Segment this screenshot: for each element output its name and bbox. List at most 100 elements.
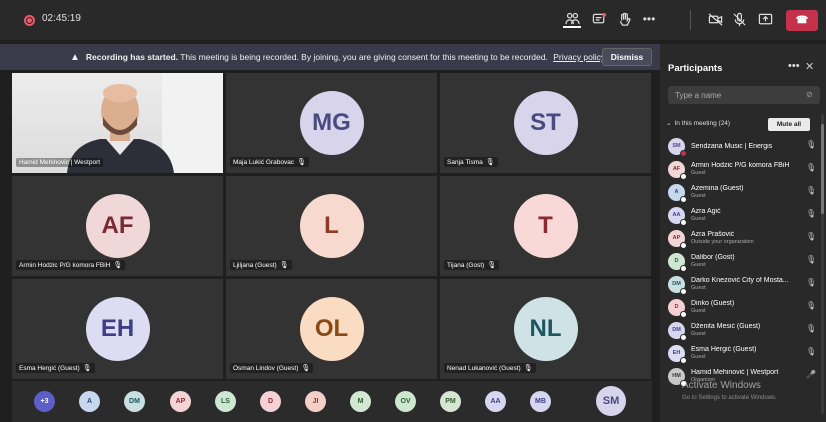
mic-muted-icon[interactable]: 🎙 — [806, 255, 816, 264]
video-tile[interactable]: OL Osman Lindov (Guest) 🎙 — [226, 279, 437, 379]
meeting-toolbar: 02:45:19 ••• ☎ — [0, 0, 826, 40]
tile-name: Osman Lindov (Guest) — [233, 364, 299, 372]
chat-icon[interactable] — [590, 10, 608, 28]
video-tile[interactable]: ST Sanja Tisma 🎙 — [440, 73, 651, 173]
participant-avatar: AF — [85, 194, 150, 258]
participants-icon[interactable] — [563, 10, 581, 28]
dismiss-button[interactable]: Dismiss — [602, 48, 652, 66]
activate-windows-subtext: Go to Settings to activate Windows. — [682, 395, 777, 401]
avatar-initials: AF — [672, 166, 681, 172]
panel-scrollbar[interactable] — [821, 114, 824, 414]
tile-name-label: Ljiljana (Guest) 🎙 — [230, 260, 292, 270]
tile-name: Armin Hodzic P/G komora FBiH — [19, 261, 111, 269]
strip-avatar[interactable]: OV — [395, 391, 416, 412]
chevron-down-icon: ⌄ — [666, 120, 672, 127]
participant-row[interactable]: DM Darko Knezović City of Mosta... Guest 🎙 — [668, 274, 818, 295]
mic-muted-icon[interactable]: 🎙 — [806, 232, 816, 241]
participant-name: Darko Knezović City of Mosta... — [691, 277, 789, 284]
participant-row[interactable]: SM Sendzana Music | Energis 🎙 — [668, 136, 818, 157]
mic-off-icon[interactable] — [730, 10, 748, 28]
tile-name-label: Maja Lukić Grabovac 🎙 — [230, 157, 309, 167]
participant-row[interactable]: AP Azra Prašović Outside your organization… — [668, 228, 818, 249]
participant-role: Guest — [691, 170, 706, 176]
participant-role: Guest — [691, 285, 706, 291]
strip-avatar[interactable]: LS — [215, 391, 236, 412]
camera-off-icon[interactable] — [706, 10, 724, 28]
mic-muted-icon: 🎙 — [297, 159, 306, 166]
privacy-policy-link[interactable]: Privacy policy — [553, 52, 605, 62]
close-icon[interactable]: ✕ — [805, 60, 814, 73]
tile-name: Hamid Mehinovic | Westport — [19, 159, 101, 166]
strip-avatar[interactable]: AP — [170, 391, 191, 412]
video-tile[interactable]: AF Armin Hodzic P/G komora FBiH 🎙 — [12, 176, 223, 276]
participant-avatar: SM — [668, 137, 687, 157]
strip-avatar[interactable]: JI — [305, 391, 326, 412]
participant-row[interactable]: D Dalibor (Gost) Guest 🎙 — [668, 251, 818, 272]
participant-avatar: AA — [668, 206, 687, 226]
presence-status-icon — [680, 172, 687, 180]
participant-text: Azra Prašović Outside your organization — [691, 231, 799, 245]
participant-text: Darko Knezović City of Mosta... Guest — [691, 277, 799, 291]
tile-name-label: Tijana (Gost) 🎙 — [444, 260, 500, 270]
participant-avatar: DM — [668, 275, 687, 295]
participant-row[interactable]: DM Dženita Mesić (Guest) Guest 🎙 — [668, 320, 818, 341]
in-meeting-section[interactable]: ⌄ In this meeting (24) — [666, 119, 730, 128]
participant-avatar: ST — [513, 91, 578, 155]
participant-row[interactable]: EH Esma Hergić (Guest) Guest 🎙 — [668, 343, 818, 364]
participant-row[interactable]: AA Azra Agić Guest 🎙 — [668, 205, 818, 226]
banner-text: This meeting is being recorded. By joini… — [180, 52, 548, 62]
mic-muted-icon[interactable]: 🎙 — [806, 209, 816, 218]
participant-row[interactable]: D Dinko (Guest) Guest 🎙 — [668, 297, 818, 318]
mic-muted-icon[interactable]: 🎙 — [806, 140, 816, 149]
search-options-icon[interactable]: ⊘ — [806, 90, 813, 99]
participant-row[interactable]: AF Armin Hodzic P/G komora FBiH Guest 🎙 — [668, 159, 818, 180]
participant-avatar: L — [299, 194, 364, 258]
strip-avatar[interactable]: MB — [530, 391, 551, 412]
banner-bold-text: Recording has started. — [85, 52, 179, 62]
strip-avatar[interactable]: SM — [596, 386, 626, 416]
avatar-initials: HM — [672, 373, 681, 379]
strip-avatar[interactable]: AA — [485, 391, 506, 412]
tile-name: Nenad Lukanović (Guest) — [447, 364, 521, 372]
strip-avatar[interactable]: M — [350, 391, 371, 412]
video-tile[interactable]: Hamid Mehinovic | Westport — [12, 73, 223, 173]
mic-muted-icon[interactable]: 🎙 — [806, 301, 816, 310]
share-screen-icon[interactable] — [756, 10, 774, 28]
mic-muted-icon[interactable]: 🎙 — [806, 324, 816, 333]
mic-muted-icon[interactable]: 🎙 — [806, 278, 816, 287]
raise-hand-icon[interactable] — [615, 10, 633, 28]
video-tile[interactable]: EH Esma Hergić (Guest) 🎙 — [12, 279, 223, 379]
panel-title: Participants — [668, 63, 723, 74]
participant-name: Armin Hodzic P/G komora FBiH — [691, 162, 790, 169]
participant-text: Armin Hodzic P/G komora FBiH Guest — [691, 162, 799, 176]
tile-name-label: Osman Lindov (Guest) 🎙 — [230, 363, 314, 373]
more-actions-icon[interactable]: ••• — [640, 10, 658, 28]
video-tile[interactable]: T Tijana (Gost) 🎙 — [440, 176, 651, 276]
participant-row[interactable]: A Azemina (Guest) Guest 🎙 — [668, 182, 818, 203]
leave-button[interactable]: ☎ — [786, 10, 818, 31]
avatar-initials: D — [674, 304, 679, 310]
strip-avatar[interactable]: DM — [124, 391, 145, 412]
participant-name: Dženita Mesić (Guest) — [691, 323, 761, 330]
video-tile[interactable]: L Ljiljana (Guest) 🎙 — [226, 176, 437, 276]
strip-avatar[interactable]: A — [79, 391, 100, 412]
participant-text: Azra Agić Guest — [691, 208, 799, 222]
mic-muted-icon: 🎙 — [82, 365, 92, 372]
mic-muted-icon[interactable]: 🎙 — [806, 347, 816, 356]
video-tile[interactable]: NL Nenad Lukanović (Guest) 🎙 — [440, 279, 651, 379]
avatar-initials: DM — [672, 327, 681, 333]
panel-more-icon[interactable]: ••• — [788, 60, 800, 72]
participant-search-input[interactable] — [668, 86, 820, 104]
participant-text: Esma Hergić (Guest) Guest — [691, 346, 799, 360]
avatar-initials: DM — [672, 281, 681, 287]
video-tile[interactable]: MG Maja Lukić Grabovac 🎙 — [226, 73, 437, 173]
strip-avatar[interactable]: PM — [440, 391, 461, 412]
mic-on-icon[interactable]: 🎤 — [806, 370, 816, 379]
participant-role: Outside your organization — [691, 239, 754, 245]
overflow-participants-button[interactable]: +3 — [34, 391, 55, 412]
mic-muted-icon[interactable]: 🎙 — [806, 186, 816, 195]
mute-all-button[interactable]: Mute all — [768, 118, 810, 131]
mic-muted-icon: 🎙 — [113, 262, 123, 269]
mic-muted-icon[interactable]: 🎙 — [806, 163, 816, 172]
strip-avatar[interactable]: D — [260, 391, 281, 412]
